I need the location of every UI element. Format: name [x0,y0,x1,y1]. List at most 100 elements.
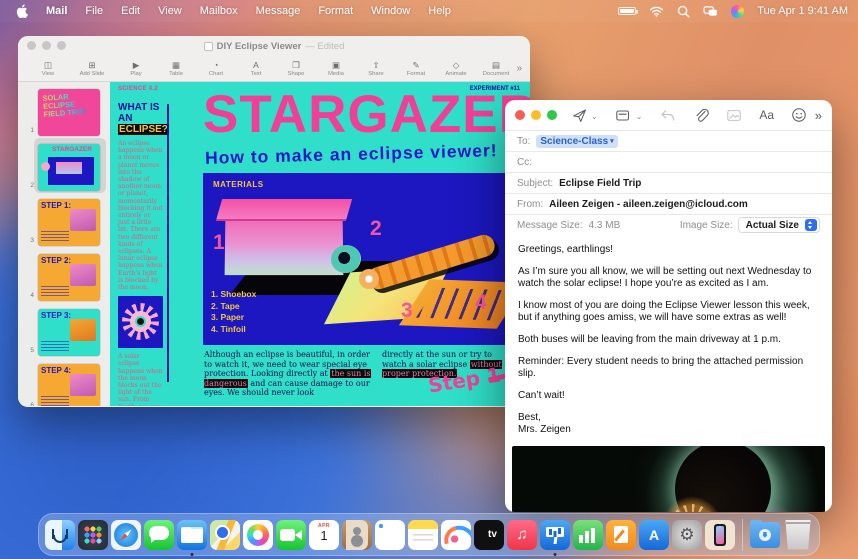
subject-field[interactable]: Subject: Eclipse Field Trip [505,172,832,193]
share-button[interactable]: ⇧Share [356,56,396,82]
close-icon[interactable] [27,41,36,50]
dock-app-store-icon[interactable]: A [639,520,669,550]
dock-iphone-mirroring-icon[interactable] [705,520,735,550]
edited-badge: — Edited [305,41,344,52]
header-fields-chevron-icon[interactable]: ⌄ [636,112,643,121]
eclipse-heading: WHAT IS AN ECLIPSE? [118,102,163,135]
format-button[interactable]: Aa [759,104,774,126]
menu-bar-clock[interactable]: Tue Apr 1 9:41 AM [757,5,848,17]
image-size-select[interactable]: Actual Size [738,217,820,233]
slide-thumbnail-5[interactable]: 5 STEP 3: [18,306,110,356]
keynote-toolbar: ◫View ⊞Add Slide ▶Play ▦Table ◔Chart ATe… [18,56,530,82]
eclipse-attachment-image[interactable] [512,446,825,512]
animate-icon: ◇ [453,61,460,70]
view-icon: ◫ [44,61,52,70]
slide-thumbnail-1[interactable]: 1 SOLAR ECLIPSE FIELD TRIP! [18,86,110,136]
dock-notes-icon[interactable] [408,520,438,550]
dock-photos-icon[interactable] [243,520,273,550]
media-button[interactable]: ▣Media [316,56,356,82]
recipient-token[interactable]: Science-Class▾ [536,135,617,148]
dock-contacts-icon[interactable] [342,520,372,550]
menu-mail[interactable]: Mail [37,5,76,17]
dock-reminders-icon[interactable] [375,520,405,550]
attachment-button[interactable] [693,104,709,126]
close-icon[interactable] [515,110,525,120]
slide-title: STARGAZER [203,84,530,145]
slide-canvas[interactable]: SCIENCE 4.2 EXPERIMENT #11 WHAT IS AN EC… [110,82,530,406]
to-field[interactable]: To: Science-Class▾ [505,130,832,151]
dock-calendar-icon[interactable]: APR1 [309,520,339,550]
menu-edit[interactable]: Edit [112,5,149,17]
slide-thumbnail-6[interactable]: 6 STEP 4: [18,361,110,406]
insert-photo-button[interactable] [726,104,742,126]
share-icon: ⇧ [372,61,379,70]
dock-system-settings-icon[interactable]: ⚙ [672,520,702,550]
document-button[interactable]: ▤Document [476,56,516,82]
view-button[interactable]: ◫View [28,56,68,82]
add-slide-button[interactable]: ⊞Add Slide [68,56,116,82]
from-field[interactable]: From: Aileen Zeigen - aileen.zeigen@iclo… [505,193,832,214]
menu-message[interactable]: Message [247,5,310,17]
body-paragraph: Greetings, earthlings! [518,244,819,256]
format-button[interactable]: ✎Format [396,56,436,82]
keynote-traffic-lights[interactable] [27,41,66,50]
toolbar-overflow-chevron-icon[interactable]: » [815,108,822,123]
cc-field[interactable]: Cc: [505,151,832,172]
dock-music-icon[interactable]: ♫ [507,520,537,550]
toolbar-overflow-chevron-icon[interactable]: » [516,63,522,74]
send-chevron-icon[interactable]: ⌄ [591,112,598,121]
siri-icon[interactable] [731,5,744,18]
send-button[interactable] [571,104,588,126]
zoom-icon[interactable] [57,41,66,50]
menu-help[interactable]: Help [419,5,460,17]
control-center-icon[interactable] [703,5,718,17]
spotlight-icon[interactable] [677,5,690,18]
menu-view[interactable]: View [149,5,191,17]
dock-mail-icon[interactable] [177,520,207,550]
dock-safari-icon[interactable] [111,520,141,550]
token-chevron-icon[interactable]: ▾ [610,137,614,145]
play-icon: ▶ [133,61,140,70]
menu-bar: Mail File Edit View Mailbox Message Form… [0,0,858,22]
animate-button[interactable]: ◇Animate [436,56,476,82]
dock-numbers-icon[interactable] [573,520,603,550]
menu-format[interactable]: Format [309,5,362,17]
keynote-title-bar[interactable]: DIY Eclipse Viewer — Edited [18,36,530,56]
dock-separator [742,519,743,551]
dock-apple-tv-icon[interactable]: tv [474,520,504,550]
menu-mailbox[interactable]: Mailbox [191,5,247,17]
shape-button[interactable]: ❐Shape [276,56,316,82]
dock-freeform-icon[interactable] [441,520,471,550]
dock-keynote-icon[interactable] [540,520,570,550]
mail-traffic-lights[interactable] [515,110,557,120]
zoom-icon[interactable] [547,110,557,120]
dock-trash-icon[interactable] [783,520,813,550]
dock-finder-icon[interactable] [45,520,75,550]
menu-file[interactable]: File [76,5,112,17]
apple-menu[interactable] [16,4,29,18]
wifi-icon[interactable] [649,5,664,17]
emoji-button[interactable] [791,104,807,126]
dock-downloads-icon[interactable] [750,520,780,550]
message-body[interactable]: Greetings, earthlings! As I’m sure you a… [505,235,832,436]
text-button[interactable]: AText [236,56,276,82]
minimize-icon[interactable] [531,110,541,120]
slide-thumbnail-3[interactable]: 3 STEP 1: [18,196,110,246]
dock-pages-icon[interactable] [606,520,636,550]
minimize-icon[interactable] [42,41,51,50]
dock-maps-icon[interactable] [210,520,240,550]
table-icon: ▦ [172,61,180,70]
dock-launchpad-icon[interactable] [78,520,108,550]
window-title: DIY Eclipse Viewer [217,41,302,52]
slide-thumbnail-4[interactable]: 4 STEP 2: [18,251,110,301]
reply-button[interactable] [659,104,676,126]
header-fields-button[interactable] [615,104,633,126]
dock-messages-icon[interactable] [144,520,174,550]
battery-icon[interactable] [618,7,636,15]
table-button[interactable]: ▦Table [156,56,196,82]
slide-thumbnail-2-selected[interactable]: 2 STARGAZER [18,141,110,191]
play-button[interactable]: ▶Play [116,56,156,82]
dock-facetime-icon[interactable] [276,520,306,550]
menu-window[interactable]: Window [362,5,419,17]
chart-button[interactable]: ◔Chart [196,56,236,82]
